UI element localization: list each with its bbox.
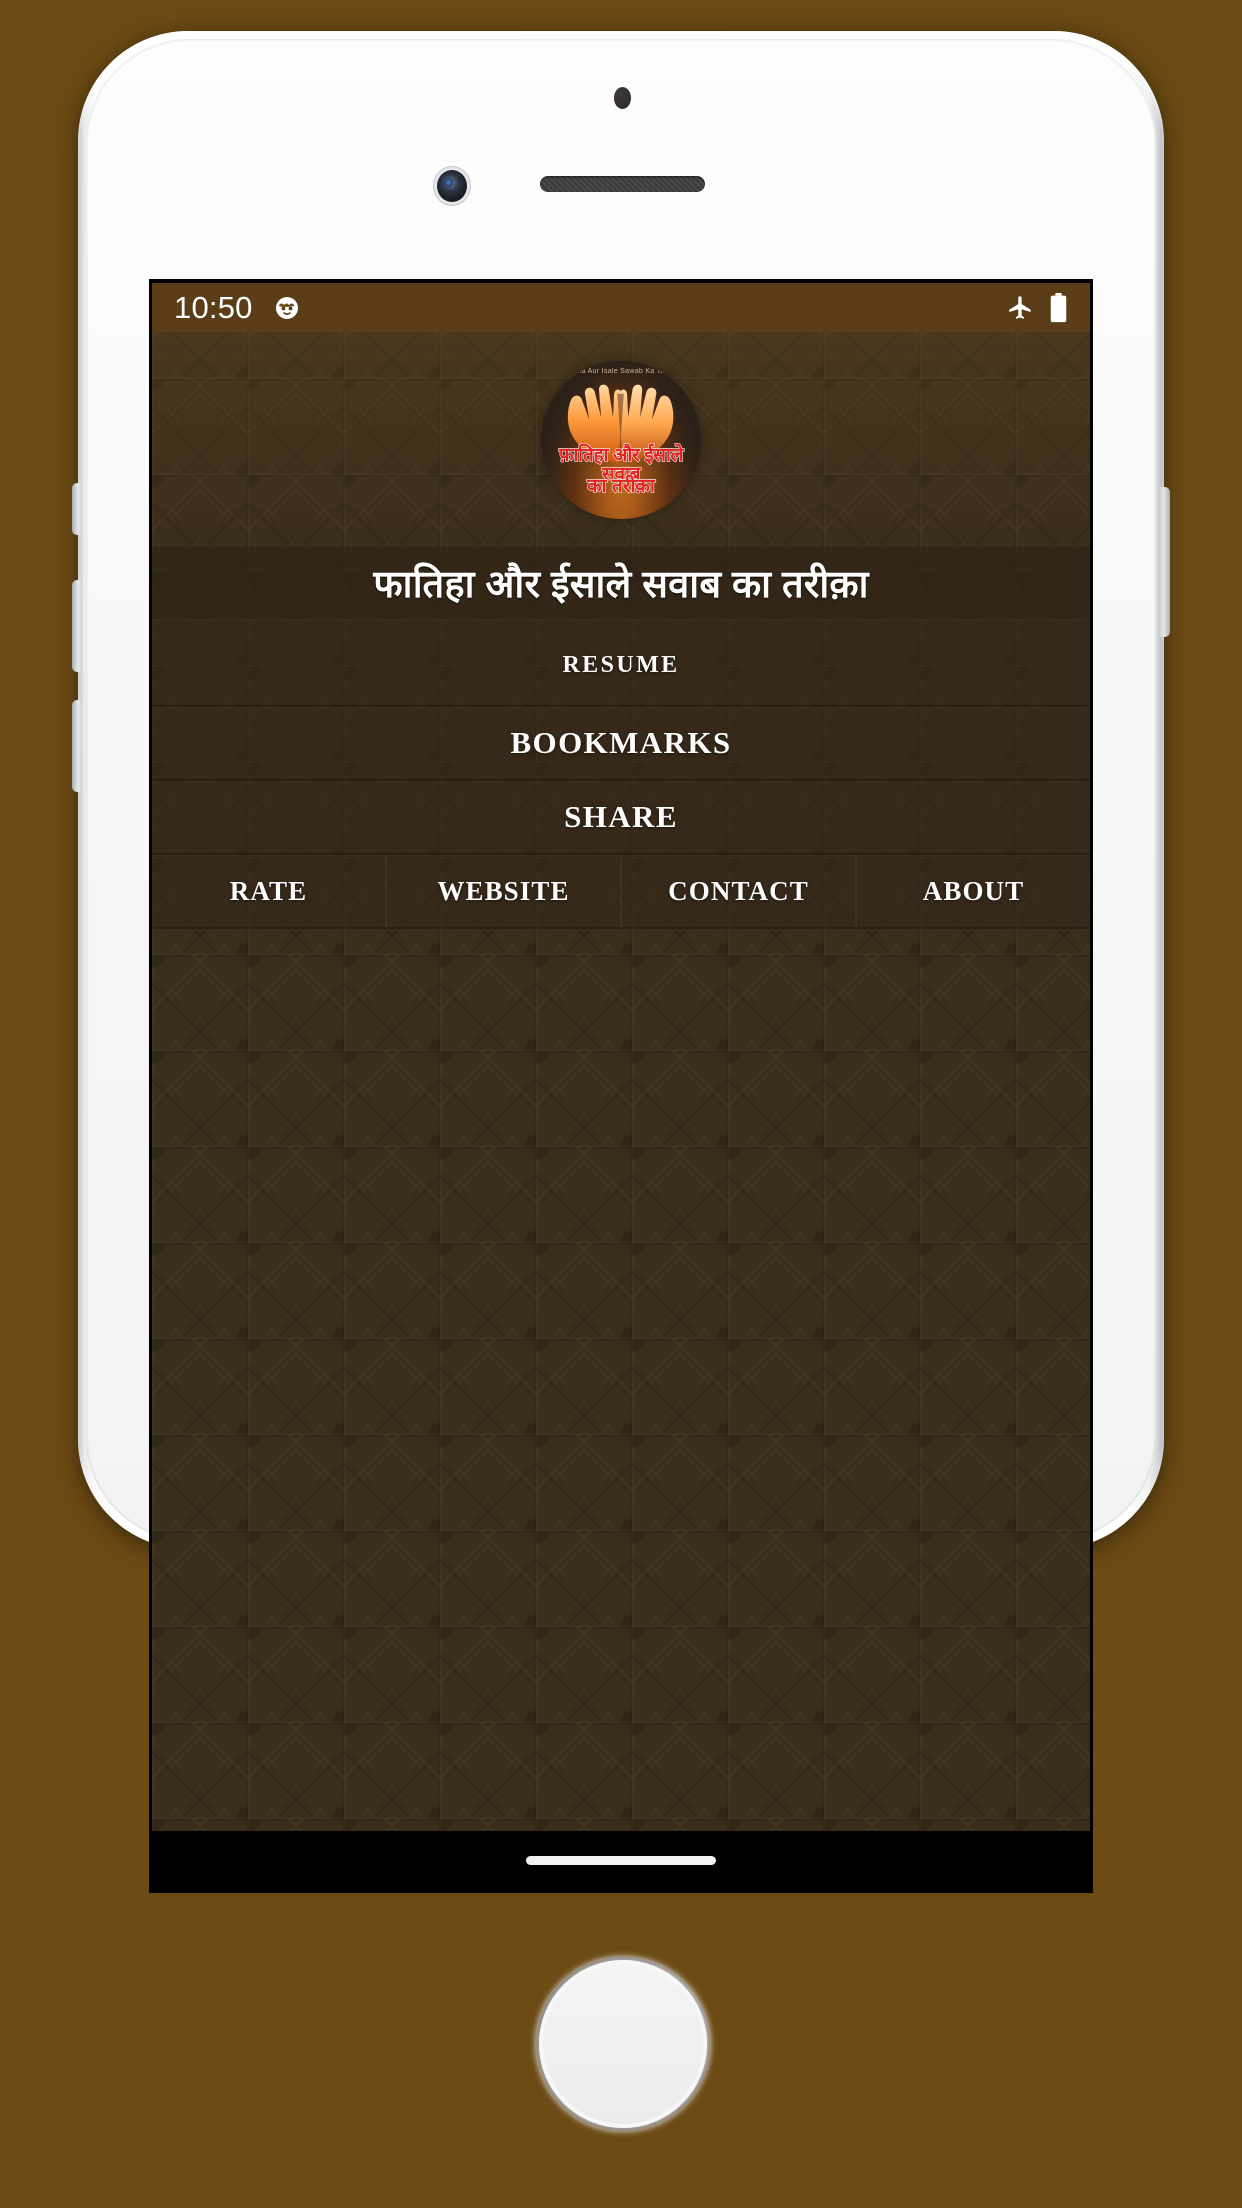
page-title: फातिहा और ईसाले सवाब का तरीक़ा	[373, 564, 869, 606]
app-header: Fatiha Aur Isale Sawab Ka Tariqa फ़ातिहा…	[152, 332, 1090, 547]
volume-down-button[interactable]	[72, 700, 82, 792]
airplane-mode-icon	[1007, 294, 1034, 321]
earpiece-speaker-icon	[540, 176, 705, 192]
main-menu: Resume BOOKMARKS SHARE RATE WEBSITE CONT…	[152, 619, 1090, 929]
proximity-sensor-icon	[614, 87, 631, 109]
quick-actions-row: RATE WEBSITE CONTACT ABOUT	[152, 855, 1090, 929]
home-button[interactable]	[539, 1960, 707, 2128]
logo-top-caption: Fatiha Aur Isale Sawab Ka Tariqa	[564, 367, 678, 375]
battery-full-icon	[1049, 292, 1068, 323]
menu-item-bookmarks[interactable]: BOOKMARKS	[152, 707, 1090, 781]
volume-up-button[interactable]	[72, 580, 82, 672]
phone-screen: 10:50 Fatiha Aur Isale Sawab Ka Tariqa फ…	[152, 283, 1090, 1889]
menu-item-label: Resume	[562, 643, 680, 680]
monster-face-icon	[274, 295, 300, 321]
menu-item-resume[interactable]: Resume	[152, 619, 1090, 707]
page-title-bar: फातिहा और ईसाले सवाब का तरीक़ा	[152, 547, 1090, 619]
quick-action-label: RATE	[229, 875, 308, 906]
quick-action-label: WEBSITE	[437, 875, 570, 906]
quick-action-rate[interactable]: RATE	[152, 855, 387, 927]
menu-item-label: BOOKMARKS	[510, 725, 732, 760]
power-button[interactable]	[1160, 487, 1170, 637]
menu-item-label: SHARE	[564, 799, 678, 834]
menu-item-share[interactable]: SHARE	[152, 781, 1090, 855]
logo-text-line-2: का तरीक़ा	[587, 476, 656, 498]
quick-action-website[interactable]: WEBSITE	[387, 855, 622, 927]
front-camera-icon	[437, 170, 467, 202]
system-navigation-bar	[152, 1831, 1090, 1889]
status-bar-right-icons	[1007, 292, 1068, 323]
quick-action-contact[interactable]: CONTACT	[622, 855, 857, 927]
status-bar-clock: 10:50	[174, 290, 253, 325]
silent-switch-button[interactable]	[72, 483, 82, 535]
home-indicator-pill[interactable]	[526, 1855, 716, 1865]
quick-action-label: CONTACT	[668, 875, 809, 906]
app-logo: Fatiha Aur Isale Sawab Ka Tariqa फ़ातिहा…	[541, 360, 701, 519]
quick-action-label: ABOUT	[922, 875, 1025, 906]
quick-action-about[interactable]: ABOUT	[857, 855, 1090, 927]
status-bar: 10:50	[152, 283, 1090, 332]
